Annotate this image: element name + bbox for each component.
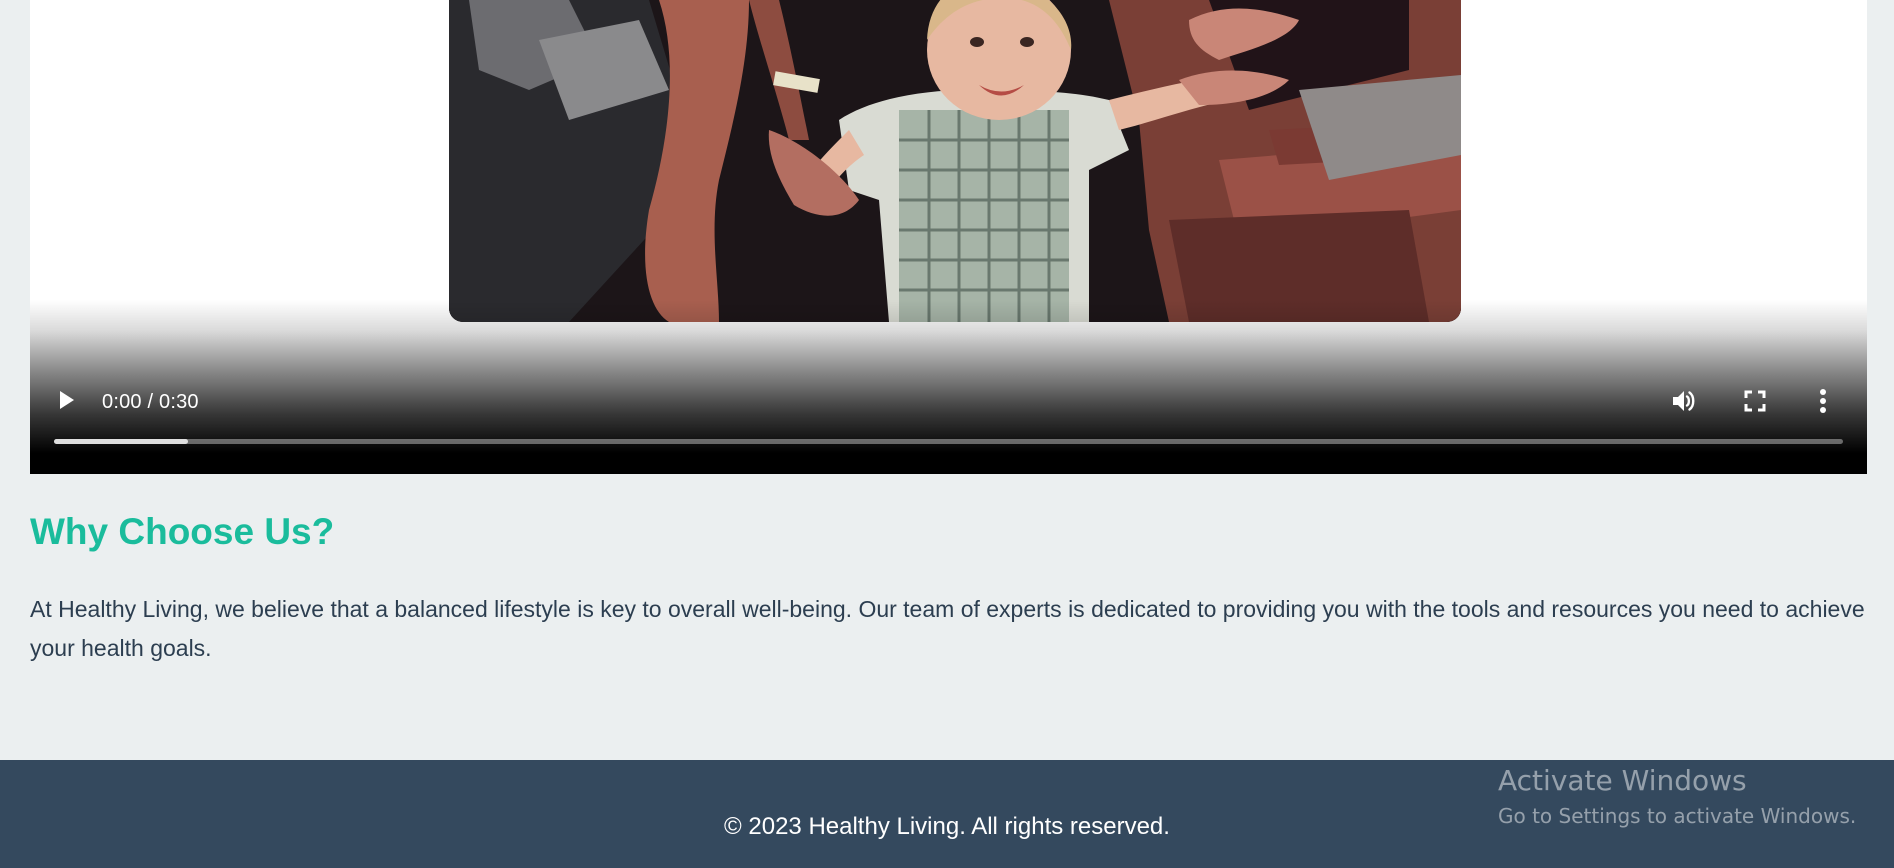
- play-icon[interactable]: [54, 388, 78, 412]
- more-options-icon[interactable]: [1817, 388, 1829, 414]
- section-heading: Why Choose Us?: [30, 511, 335, 552]
- volume-icon[interactable]: [1670, 387, 1698, 415]
- video-frame[interactable]: [449, 0, 1461, 322]
- progress-buffered: [54, 439, 189, 444]
- time-display: 0:00 / 0:30: [102, 391, 199, 413]
- video-player[interactable]: 0:00 / 0:30: [30, 0, 1867, 474]
- progress-bar[interactable]: [54, 439, 1843, 444]
- fullscreen-icon[interactable]: [1744, 390, 1766, 412]
- controls-gradient: [30, 300, 1867, 474]
- activate-windows-subtitle: Go to Settings to activate Windows.: [1498, 804, 1857, 828]
- section-paragraph: At Healthy Living, we believe that a bal…: [30, 596, 1865, 661]
- activate-windows-title: Activate Windows: [1498, 764, 1747, 797]
